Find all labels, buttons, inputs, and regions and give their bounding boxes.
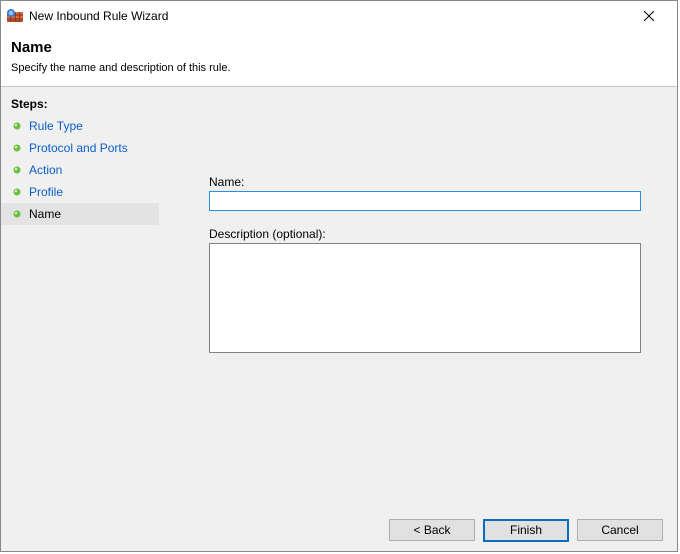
wizard-body: Steps: Rule Type Protocol and Ports Acti… — [1, 87, 677, 509]
name-label: Name: — [209, 175, 641, 189]
step-action[interactable]: Action — [1, 159, 159, 181]
step-label: Rule Type — [29, 119, 83, 133]
step-label: Name — [29, 207, 61, 221]
wizard-footer: < Back Finish Cancel — [1, 509, 677, 551]
wizard-content: Name: Description (optional): — [159, 87, 677, 509]
step-label: Protocol and Ports — [29, 141, 128, 155]
page-title: Name — [11, 39, 667, 56]
step-bullet-icon — [13, 210, 21, 218]
step-label: Profile — [29, 185, 63, 199]
titlebar: New Inbound Rule Wizard — [1, 1, 677, 31]
back-button[interactable]: < Back — [389, 519, 475, 541]
step-profile[interactable]: Profile — [1, 181, 159, 203]
step-bullet-icon — [13, 166, 21, 174]
step-label: Action — [29, 163, 62, 177]
page-subtitle: Specify the name and description of this… — [11, 62, 667, 74]
steps-heading: Steps: — [1, 97, 159, 115]
step-bullet-icon — [13, 122, 21, 130]
close-button[interactable] — [629, 3, 669, 29]
step-bullet-icon — [13, 144, 21, 152]
step-protocol-and-ports[interactable]: Protocol and Ports — [1, 137, 159, 159]
wizard-window: New Inbound Rule Wizard Name Specify the… — [0, 0, 678, 552]
step-bullet-icon — [13, 188, 21, 196]
name-input[interactable] — [209, 191, 641, 211]
description-textarea[interactable] — [209, 243, 641, 353]
step-name[interactable]: Name — [1, 203, 159, 225]
step-rule-type[interactable]: Rule Type — [1, 115, 159, 137]
cancel-button[interactable]: Cancel — [577, 519, 663, 541]
wizard-header: Name Specify the name and description of… — [1, 31, 677, 86]
description-label: Description (optional): — [209, 227, 641, 241]
window-title: New Inbound Rule Wizard — [29, 9, 629, 23]
steps-sidebar: Steps: Rule Type Protocol and Ports Acti… — [1, 87, 159, 509]
close-icon — [644, 11, 654, 21]
finish-button[interactable]: Finish — [483, 519, 569, 542]
form-area: Name: Description (optional): — [209, 175, 641, 356]
firewall-icon — [7, 8, 23, 24]
